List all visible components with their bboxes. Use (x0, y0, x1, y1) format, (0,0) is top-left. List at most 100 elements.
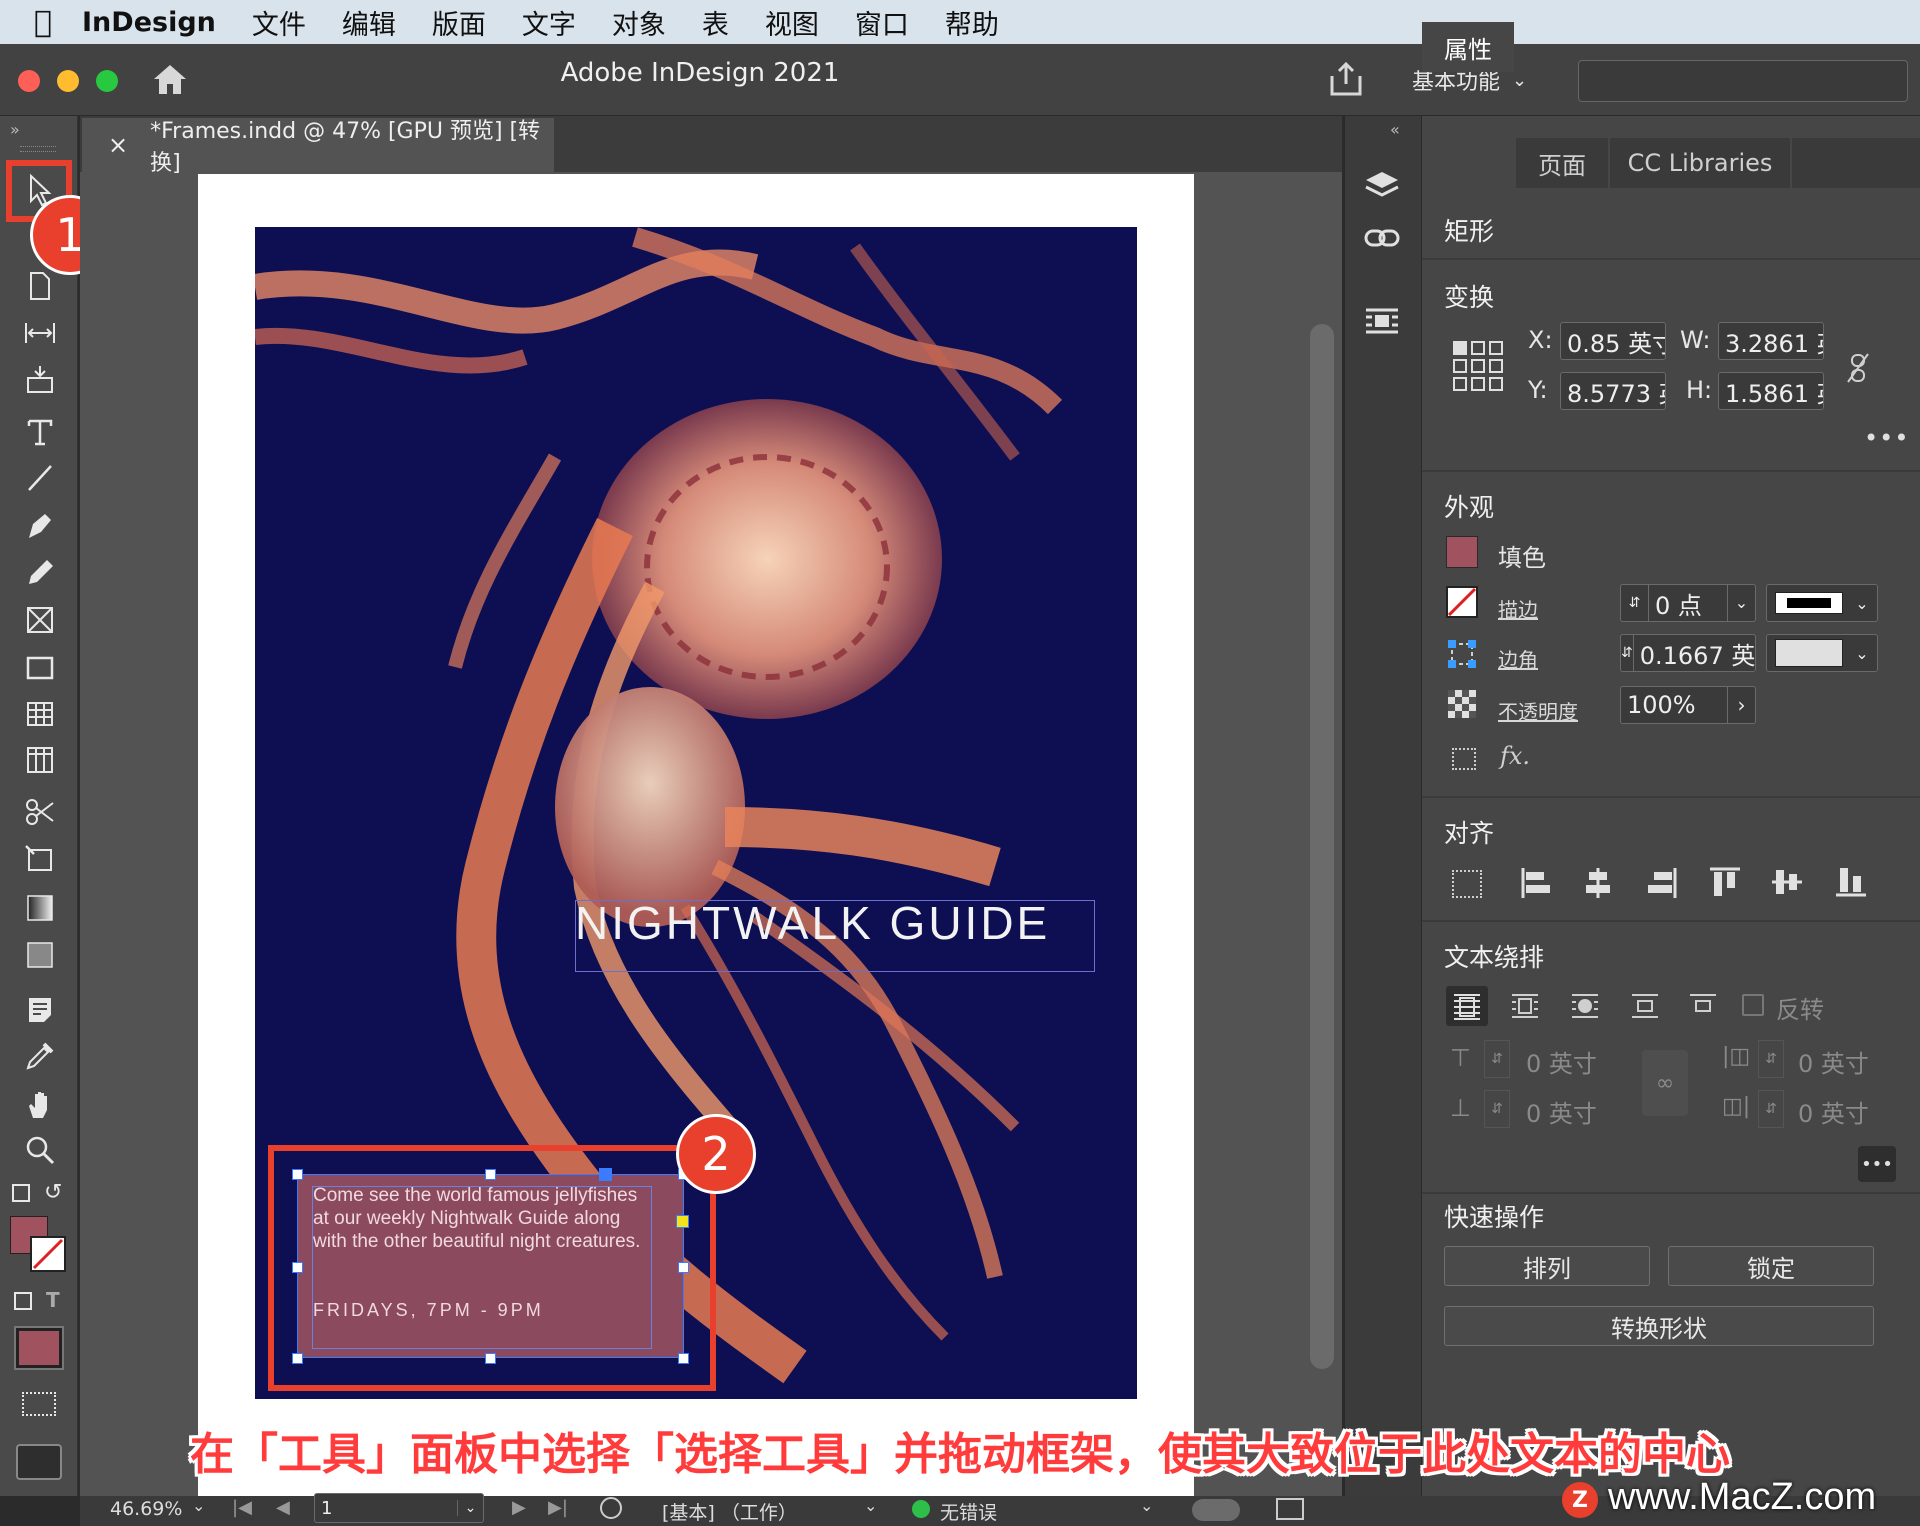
layers-panel-icon[interactable] (1364, 168, 1400, 204)
pencil-tool-icon[interactable] (18, 552, 62, 592)
search-input[interactable] (1578, 60, 1908, 102)
gradient-swatch-tool-icon[interactable] (18, 888, 62, 928)
chevron-down-icon[interactable]: ⌄ (457, 1500, 483, 1516)
tab-properties[interactable]: 属性 (1422, 22, 1514, 72)
handle-top-left[interactable] (292, 1169, 303, 1180)
toolbar-grip[interactable] (20, 146, 56, 152)
preflight-status-label[interactable]: 无错误 (940, 1498, 997, 1525)
eyedropper-tool-icon[interactable] (18, 1036, 62, 1076)
zoom-level[interactable]: 46.69% (110, 1498, 182, 1520)
stepper-icon[interactable]: ⇵ (1621, 585, 1649, 621)
page-number-field[interactable]: 1 ⌄ (314, 1493, 484, 1523)
no-text-wrap-button[interactable] (1446, 986, 1488, 1026)
grid-tool-icon[interactable] (18, 740, 62, 780)
tab-cc-libraries[interactable]: CC Libraries (1610, 138, 1790, 188)
chevron-down-icon[interactable]: ⌄ (1727, 585, 1755, 621)
align-right-edges-icon[interactable] (1646, 866, 1678, 900)
free-transform-tool-icon[interactable] (18, 840, 62, 880)
handle-center-point[interactable] (599, 1168, 612, 1181)
invert-checkbox[interactable] (1742, 994, 1764, 1016)
collapse-panels-icon[interactable]: « (1390, 120, 1400, 139)
split-window-icon[interactable] (1276, 1498, 1304, 1520)
wrap-bounding-box-icon[interactable] (1510, 992, 1540, 1020)
w-field[interactable]: 3.2861 英寸 (1718, 322, 1824, 360)
default-colors-icon[interactable] (12, 1184, 30, 1202)
rectangle-frame-tool-icon[interactable] (18, 600, 62, 640)
chevron-down-icon[interactable]: ⌄ (1847, 594, 1877, 613)
first-page-icon[interactable]: |◀ (232, 1497, 252, 1518)
stepper-icon[interactable]: ⇵ (1621, 635, 1634, 671)
h-field[interactable]: 1.5861 英寸 (1718, 372, 1824, 410)
right-offset-value[interactable]: 0 英寸 (1798, 1094, 1869, 1129)
document-tab[interactable]: × *Frames.indd @ 47% [GPU 预览] [转换] (82, 118, 554, 176)
links-panel-icon[interactable] (1364, 226, 1400, 250)
pen-tool-icon[interactable] (18, 506, 62, 546)
opacity-field[interactable]: 100% › (1620, 686, 1756, 724)
stroke-color-swatch[interactable] (1446, 586, 1478, 618)
rectangle-tool-icon[interactable] (18, 648, 62, 688)
effects-fx-icon[interactable]: fx. (1500, 742, 1530, 770)
handle-bottom-right[interactable] (678, 1353, 689, 1364)
handle-top-middle[interactable] (485, 1169, 496, 1180)
menu-edit[interactable]: 编辑 (342, 3, 396, 42)
left-offset-value[interactable]: 0 英寸 (1798, 1044, 1869, 1079)
tab-pages[interactable]: 页面 (1516, 138, 1608, 188)
menu-layout[interactable]: 版面 (432, 3, 486, 42)
content-collector-icon[interactable] (18, 360, 62, 400)
stroke-styles-icon[interactable] (1452, 748, 1476, 770)
formatting-text-icon[interactable]: T (46, 1288, 60, 1312)
stroke-weight-field[interactable]: ⇵ 0 点 ⌄ (1620, 584, 1756, 622)
hand-tool-icon[interactable] (18, 1084, 62, 1124)
opacity-label[interactable]: 不透明度 (1498, 696, 1578, 725)
page-tool-icon[interactable] (18, 266, 62, 306)
close-tab-icon[interactable]: × (108, 131, 128, 159)
corner-label[interactable]: 边角 (1498, 644, 1538, 673)
corner-options-icon[interactable] (1446, 638, 1478, 670)
panel-collapse-icon[interactable]: » (10, 120, 20, 139)
align-horizontal-centers-icon[interactable] (1582, 866, 1614, 900)
chevron-right-icon[interactable]: › (1727, 687, 1755, 723)
stepper-icon[interactable]: ⇵ (1484, 1040, 1510, 1078)
type-tool-icon[interactable] (18, 412, 62, 452)
align-left-edges-icon[interactable] (1520, 866, 1552, 900)
corner-size-field[interactable]: ⇵ 0.1667 英寸 (1620, 634, 1756, 672)
previous-page-icon[interactable]: ◀ (276, 1497, 290, 1518)
corner-shape-select[interactable]: ⌄ (1766, 634, 1878, 672)
table-tool-icon[interactable] (18, 694, 62, 734)
reference-point-icon[interactable] (1452, 340, 1504, 392)
menu-app-indesign[interactable]: InDesign (82, 7, 216, 38)
handle-bottom-left[interactable] (292, 1353, 303, 1364)
zoom-tool-icon[interactable] (18, 1130, 62, 1170)
handle-bottom-middle[interactable] (485, 1353, 496, 1364)
text-wrap-panel-icon[interactable] (1364, 306, 1400, 336)
vertical-scrollbar[interactable] (1310, 324, 1334, 1369)
screen-mode-icon[interactable] (22, 1392, 56, 1416)
line-tool-icon[interactable] (18, 458, 62, 498)
horizontal-scrollbar[interactable] (1192, 1499, 1240, 1521)
stroke-type-select[interactable]: ⌄ (1766, 584, 1878, 622)
x-field[interactable]: 0.85 英寸 (1560, 322, 1666, 360)
next-page-icon[interactable]: ▶ (512, 1497, 526, 1518)
apply-color-swatch[interactable] (14, 1326, 64, 1370)
menu-object[interactable]: 对象 (612, 3, 666, 42)
note-tool-icon[interactable] (18, 990, 62, 1030)
constrain-proportions-icon[interactable] (1846, 352, 1870, 384)
align-bottom-edges-icon[interactable] (1834, 866, 1868, 898)
top-offset-value[interactable]: 0 英寸 (1526, 1044, 1597, 1079)
arrange-button[interactable]: 排列 (1444, 1246, 1650, 1286)
chevron-down-icon[interactable]: ⌄ (864, 1496, 877, 1515)
align-to-selection-icon[interactable] (1452, 870, 1482, 898)
formatting-container-icon[interactable] (14, 1292, 32, 1310)
handle-middle-right[interactable] (678, 1262, 689, 1273)
document-open-icon[interactable] (600, 1497, 622, 1519)
scissors-tool-icon[interactable] (18, 792, 62, 832)
menu-window[interactable]: 窗口 (855, 3, 909, 42)
stepper-icon[interactable]: ⇵ (1484, 1090, 1510, 1128)
gap-tool-icon[interactable] (18, 313, 62, 353)
align-vertical-centers-icon[interactable] (1770, 866, 1804, 898)
menu-help[interactable]: 帮助 (945, 3, 999, 42)
wrap-object-shape-icon[interactable] (1570, 992, 1600, 1020)
align-top-edges-icon[interactable] (1708, 866, 1742, 898)
apple-icon[interactable]:  (34, 5, 52, 40)
menu-type[interactable]: 文字 (522, 3, 576, 42)
